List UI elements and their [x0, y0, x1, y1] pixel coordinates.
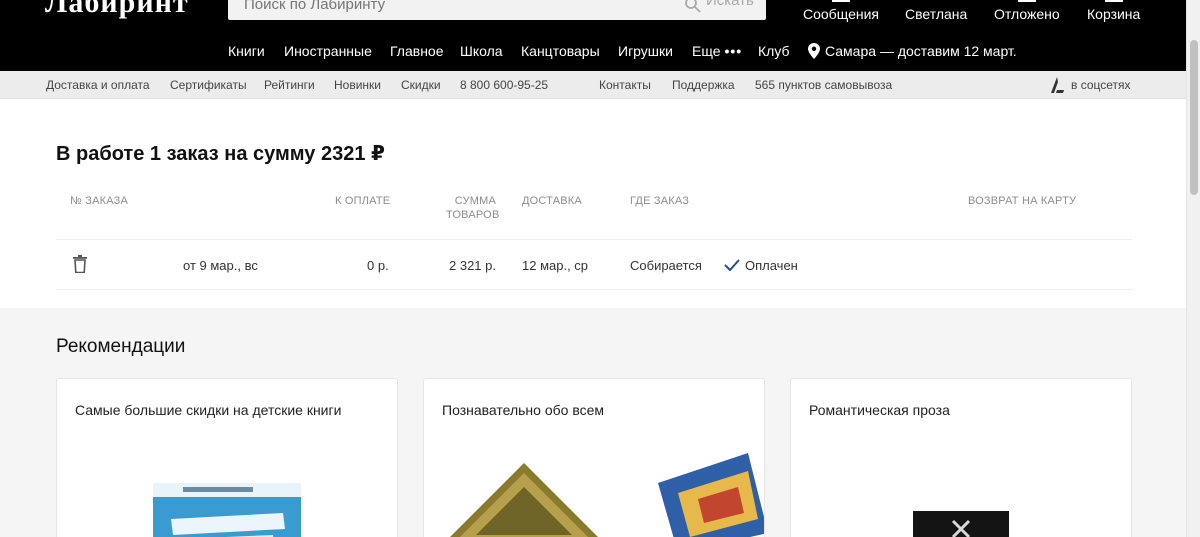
cart-label: Корзина: [1087, 6, 1141, 22]
recommendations-title: Рекомендации: [56, 336, 186, 357]
book-cover-image[interactable]: [913, 511, 1009, 537]
rec-card-title: Самые большие скидки на детские книги: [75, 402, 342, 418]
nav-more-label: Еще: [692, 43, 721, 59]
delivery-location[interactable]: Самара — доставим 12 март.: [825, 43, 1017, 59]
subnav-ratings[interactable]: Рейтинги: [264, 78, 315, 92]
social-logo-icon: [1051, 77, 1064, 93]
social-link[interactable]: в соцсетях: [1071, 78, 1131, 92]
messages-link[interactable]: Сообщения: [803, 0, 879, 22]
nav-stationery[interactable]: Канцтовары: [521, 43, 600, 59]
rec-card-romance[interactable]: Романтическая проза: [790, 378, 1132, 537]
row-divider-top: [56, 239, 1132, 240]
deferred-label: Отложено: [994, 6, 1060, 22]
nav-books[interactable]: Книги: [228, 43, 265, 59]
location-pin-icon: [808, 43, 820, 59]
subnav-discounts[interactable]: Скидки: [401, 78, 441, 92]
rec-card-kids[interactable]: Самые большие скидки на детские книги: [56, 378, 398, 537]
profile-label: Светлана: [905, 6, 968, 22]
nav-club[interactable]: Клуб: [758, 43, 790, 59]
col-sum: Сумма товаров: [446, 194, 500, 222]
subnav-support[interactable]: Поддержка: [672, 78, 735, 92]
deferred-link[interactable]: Отложено: [994, 0, 1060, 22]
messages-label: Сообщения: [803, 6, 879, 22]
nav-school[interactable]: Школа: [460, 43, 503, 59]
profile-link[interactable]: Светлана: [905, 6, 967, 22]
check-icon: [724, 259, 740, 271]
col-delivery: Доставка: [522, 195, 582, 207]
subnav-pickup-points[interactable]: 565 пунктов самовывоза: [755, 78, 892, 92]
messages-icon: [831, 0, 850, 2]
col-to-pay: К оплате: [335, 195, 391, 207]
rec-card-title: Романтическая проза: [809, 402, 950, 418]
col-sum-line2: товаров: [446, 209, 500, 221]
site-logo[interactable]: Лабиринт: [45, 0, 189, 20]
order-date[interactable]: от 9 мар., вс: [183, 258, 258, 273]
sub-nav: Доставка и оплата Сертификаты Рейтинги Н…: [0, 71, 1186, 99]
search-box: Искать: [228, 0, 766, 20]
cart-icon: [1104, 0, 1123, 2]
subnav-delivery[interactable]: Доставка и оплата: [46, 78, 150, 92]
subnav-new[interactable]: Новинки: [334, 78, 381, 92]
col-order-number: № заказа: [70, 195, 129, 207]
nav-more[interactable]: Еще •••: [692, 43, 742, 59]
order-delivery: 12 мар., ср: [522, 258, 589, 273]
order-status: Собирается: [630, 258, 702, 273]
subnav-certificates[interactable]: Сертификаты: [170, 78, 247, 92]
book-cover-image[interactable]: [444, 463, 604, 537]
rec-card-educational[interactable]: Познавательно обо всем: [423, 378, 765, 537]
scrollbar-thumb[interactable]: [1190, 40, 1198, 195]
subnav-contacts[interactable]: Контакты: [599, 78, 651, 92]
payment-status: Оплачен: [745, 258, 798, 273]
top-header: Лабиринт Искать Сообщения Светлана Отлож…: [0, 0, 1200, 71]
rec-card-title: Познавательно обо всем: [442, 402, 605, 418]
orders-panel: В работе 1 заказ на сумму 2321 ₽ № заказ…: [0, 99, 1186, 308]
nav-main[interactable]: Главное: [390, 43, 444, 59]
cart-link[interactable]: Корзина: [1087, 0, 1141, 22]
search-input[interactable]: [244, 0, 644, 20]
deferred-icon: [1017, 0, 1036, 2]
search-button[interactable]: Искать: [706, 0, 754, 9]
order-sum: 2 321 р.: [449, 258, 496, 273]
col-sum-line1: Сумма: [454, 195, 496, 207]
page-scrollbar[interactable]: [1186, 0, 1200, 537]
col-refund: Возврат на карту: [968, 195, 1077, 207]
subnav-phone[interactable]: 8 800 600-95-25: [460, 78, 548, 92]
book-cover-image[interactable]: [153, 483, 301, 537]
more-dots-icon: •••: [724, 43, 743, 59]
nav-toys[interactable]: Игрушки: [618, 43, 673, 59]
nav-foreign[interactable]: Иностранные: [284, 43, 372, 59]
col-where: Где заказ: [630, 195, 690, 207]
book-cover-image[interactable]: [638, 453, 765, 537]
orders-title: В работе 1 заказ на сумму 2321 ₽: [56, 143, 385, 165]
order-to-pay: 0 р.: [367, 258, 389, 273]
row-divider-bottom: [56, 289, 1132, 290]
search-icon: [685, 0, 701, 13]
trash-icon[interactable]: [73, 255, 87, 273]
